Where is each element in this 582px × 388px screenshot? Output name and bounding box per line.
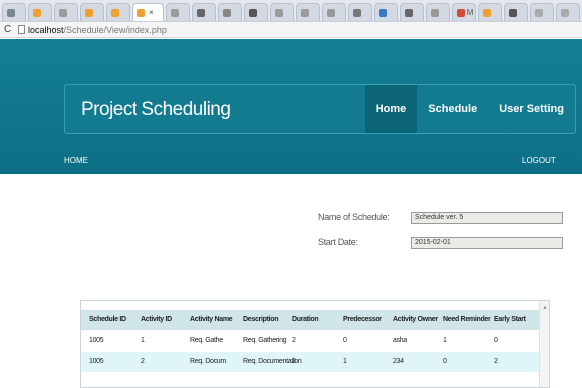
nav-home[interactable]: Home (364, 85, 418, 133)
tab-favicon-icon (170, 8, 179, 17)
url-host: localhost (28, 24, 64, 35)
table-cell: 234 (393, 358, 404, 365)
tab-favicon-icon (430, 8, 439, 17)
start-date-input[interactable]: 2015-02-01 (411, 237, 563, 249)
table-row[interactable]: 1005 2 Req. Docum Req. Documentation 3 1… (81, 352, 541, 372)
col-activity-owner[interactable]: Activity Owner (393, 316, 438, 323)
browser-tab[interactable] (321, 3, 346, 21)
tab-favicon-icon (404, 8, 413, 17)
browser-tab[interactable] (269, 3, 294, 21)
table-header-row: Schedule ID Activity ID Activity Name De… (81, 310, 541, 330)
table-cell: asha (393, 337, 407, 344)
table-cell: 2 (292, 337, 296, 344)
col-predecessor[interactable]: Predecessor (343, 316, 382, 323)
navbar: Project Scheduling Home Schedule User Se… (64, 84, 576, 134)
schedule-name-label: Name of Schedule: (318, 212, 390, 222)
subnav-home-link[interactable]: HOME (64, 156, 88, 165)
browser-tab[interactable] (191, 3, 216, 21)
browser-tab[interactable]: × (132, 3, 164, 21)
table-cell: 1 (343, 358, 347, 365)
tab-favicon-icon (508, 8, 517, 17)
tab-favicon-icon (326, 8, 335, 17)
table-cell: 0 (443, 358, 447, 365)
browser-tab[interactable] (477, 3, 502, 21)
tab-favicon-icon (111, 8, 120, 17)
browser-tab-strip: × M (0, 0, 582, 22)
table-cell: 1005 (89, 337, 104, 344)
page-icon (18, 25, 25, 34)
table-cell: 0 (494, 337, 498, 344)
browser-tab[interactable]: M (451, 3, 476, 21)
col-description[interactable]: Description (243, 316, 279, 323)
url-text[interactable]: localhost/Schedule/View/index.php (28, 25, 167, 35)
reload-icon[interactable]: C (4, 24, 16, 35)
main-nav: Home Schedule User Setting (364, 85, 575, 133)
browser-tab[interactable] (80, 3, 105, 21)
tab-favicon-icon (33, 8, 42, 17)
nav-schedule[interactable]: Schedule (417, 85, 488, 133)
table-cell: 3 (292, 358, 296, 365)
browser-tab[interactable] (555, 3, 580, 21)
tab-close-icon[interactable]: × (149, 8, 154, 17)
table-cell: Req. Docum (190, 358, 226, 365)
browser-tab[interactable] (503, 3, 528, 21)
browser-tab[interactable] (165, 3, 190, 21)
tab-favicon-icon (7, 8, 15, 17)
tab-favicon-icon (196, 8, 205, 17)
col-activity-name[interactable]: Activity Name (190, 316, 233, 323)
table-cell: Req. Gathering (243, 337, 287, 344)
browser-tab[interactable] (28, 3, 53, 21)
tab-favicon-icon (274, 8, 283, 17)
browser-tab[interactable] (373, 3, 398, 21)
table-cell: 2 (494, 358, 498, 365)
table-cell: 2 (141, 358, 145, 365)
table-cell: 0 (343, 337, 347, 344)
tab-favicon-icon (59, 8, 68, 17)
browser-tab[interactable] (2, 3, 27, 21)
tab-favicon-icon (560, 8, 569, 17)
browser-tab[interactable] (529, 3, 554, 21)
schedule-name-input[interactable]: Schedule ver. 5 (411, 212, 563, 224)
col-schedule-id[interactable]: Schedule ID (89, 316, 126, 323)
tab-favicon-icon (534, 8, 543, 17)
table-row[interactable]: 1005 1 Req. Gathe Req. Gathering 2 0 ash… (81, 331, 541, 351)
tab-favicon-icon (378, 8, 387, 17)
col-duration[interactable]: Duration (292, 316, 319, 323)
brand-title[interactable]: Project Scheduling (81, 99, 231, 121)
col-activity-id[interactable]: Activity ID (141, 316, 172, 323)
tab-favicon-icon (300, 8, 309, 17)
nav-user-setting[interactable]: User Setting (488, 85, 575, 133)
table-cell: Req. Gathe (190, 337, 223, 344)
tab-favicon-icon (482, 8, 491, 17)
tab-favicon-icon (456, 8, 465, 17)
browser-tab[interactable] (399, 3, 424, 21)
tab-favicon-icon (248, 8, 257, 17)
tab-favicon-icon (222, 8, 231, 17)
browser-tab[interactable] (243, 3, 268, 21)
browser-tab[interactable] (347, 3, 372, 21)
scroll-up-icon[interactable]: ▲ (542, 305, 548, 311)
tab-favicon-icon (352, 8, 361, 17)
table-cell: 1005 (89, 358, 104, 365)
table-scrollbar[interactable]: ▲ (539, 301, 549, 387)
browser-tab[interactable] (54, 3, 79, 21)
logout-link[interactable]: LOGOUT (522, 156, 556, 165)
start-date-label: Start Date: (318, 237, 358, 247)
col-early-start[interactable]: Early Start (494, 316, 526, 323)
tab-label: M (466, 8, 474, 17)
browser-tab[interactable] (106, 3, 131, 21)
col-need-reminder[interactable]: Need Reminder (443, 316, 491, 323)
tab-favicon-icon (85, 8, 94, 17)
tab-favicon-icon (137, 8, 146, 17)
address-bar[interactable]: C localhost/Schedule/View/index.php (0, 22, 582, 38)
browser-tab[interactable] (425, 3, 450, 21)
activity-table: Schedule ID Activity ID Activity Name De… (80, 300, 550, 388)
table-cell: 1 (141, 337, 145, 344)
table-cell: 1 (443, 337, 447, 344)
browser-tab[interactable] (295, 3, 320, 21)
url-path: /Schedule/View/index.php (63, 24, 167, 35)
browser-tab[interactable] (217, 3, 242, 21)
site-header: Project Scheduling Home Schedule User Se… (0, 39, 582, 174)
